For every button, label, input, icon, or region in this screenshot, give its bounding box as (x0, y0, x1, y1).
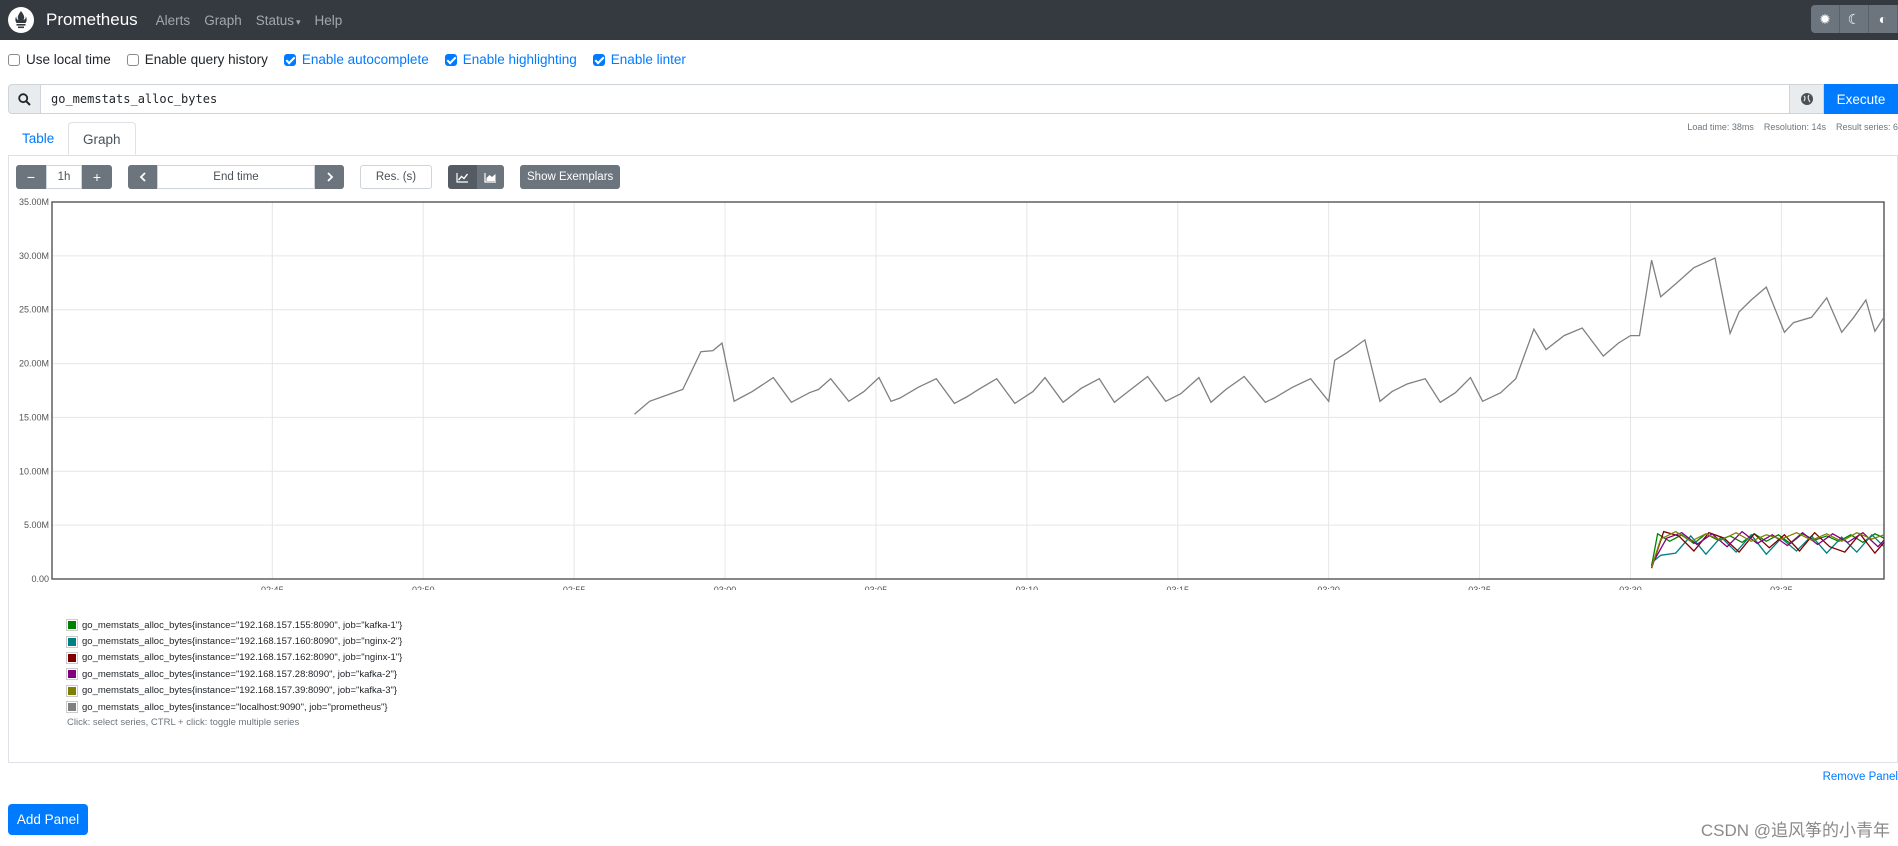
checkbox[interactable] (8, 53, 20, 66)
query-bar: go_memstats_alloc_bytes Execute (8, 84, 1898, 114)
option-enable-highlighting[interactable]: Enable highlighting (444, 52, 577, 67)
legend-swatch (66, 668, 78, 681)
range-decrease-button[interactable]: − (16, 165, 46, 189)
brand-title[interactable]: Prometheus (46, 10, 138, 30)
range-input[interactable]: 1h (46, 165, 82, 189)
panel-tabs: Table Graph (8, 122, 1898, 156)
show-exemplars-button[interactable]: Show Exemplars (520, 165, 621, 189)
option-label: Use local time (26, 52, 111, 67)
y-tick-label: 10.00M (19, 466, 49, 476)
chevron-right-icon[interactable] (315, 165, 344, 189)
resolution: Resolution: 14s (1763, 122, 1826, 132)
x-tick-label: 03:30 (1619, 585, 1642, 590)
option-use-local-time[interactable]: Use local time (8, 52, 111, 67)
query-options: Use local time Enable query history Enab… (8, 52, 702, 67)
option-label: Enable query history (144, 52, 268, 67)
legend-label: go_memstats_alloc_bytes{instance="192.16… (82, 652, 403, 664)
nav-graph[interactable]: Graph (204, 13, 242, 28)
tab-table[interactable]: Table (8, 122, 68, 155)
option-enable-autocomplete[interactable]: Enable autocomplete (283, 52, 429, 67)
sun-icon[interactable]: ✹ (1811, 5, 1840, 33)
legend-item[interactable]: go_memstats_alloc_bytes{instance="localh… (66, 699, 402, 715)
legend-item[interactable]: go_memstats_alloc_bytes{instance="192.16… (66, 633, 403, 649)
legend-label: go_memstats_alloc_bytes{instance="localh… (82, 701, 388, 713)
resolution-input[interactable]: Res. (s) (360, 165, 432, 189)
chevron-left-icon[interactable] (128, 165, 157, 189)
remove-panel-link[interactable]: Remove Panel (1823, 771, 1898, 783)
nav-alerts[interactable]: Alerts (156, 13, 191, 28)
option-label: Enable autocomplete (301, 52, 429, 67)
watermark: CSDN @追风筝的小青年 (1700, 821, 1890, 840)
y-tick-label: 0.00 (31, 574, 49, 584)
legend-item[interactable]: go_memstats_alloc_bytes{instance="192.16… (66, 617, 403, 633)
x-tick-label: 02:50 (412, 585, 435, 590)
legend-item[interactable]: go_memstats_alloc_bytes{instance="192.16… (66, 650, 403, 666)
legend-label: go_memstats_alloc_bytes{instance="192.16… (82, 668, 398, 680)
checkbox[interactable] (592, 53, 605, 66)
query-stats: Load time: 38ms Resolution: 14s Result ser… (1677, 122, 1898, 132)
result-series: Result series: 6 (1835, 122, 1898, 132)
search-icon (8, 84, 40, 114)
add-panel-button[interactable]: Add Panel (8, 804, 88, 835)
range-increase-button[interactable]: + (82, 165, 112, 189)
legend-label: go_memstats_alloc_bytes{instance="192.16… (82, 619, 403, 631)
x-tick-label: 03:35 (1770, 585, 1793, 590)
stacked-area-chart-icon[interactable] (477, 165, 504, 189)
y-tick-label: 20.00M (19, 359, 49, 369)
caret-down-icon: ▾ (296, 16, 301, 27)
legend-swatch (66, 684, 78, 697)
y-tick-label: 15.00M (19, 412, 49, 422)
legend-swatch (66, 619, 78, 632)
legend-swatch (66, 701, 78, 714)
nav-status[interactable]: Status ▾ (256, 13, 301, 28)
x-tick-label: 03:25 (1468, 585, 1491, 590)
y-tick-label: 35.00M (19, 197, 49, 207)
legend-label: go_memstats_alloc_bytes{instance="192.16… (82, 636, 403, 648)
time-series-chart[interactable]: 0.00 5.00M 10.00M 15.00M 20.00M 25.00M 30.00M 3… (0, 195, 1898, 590)
theme-toggle-group: ✹ ☾ ◐ (1811, 5, 1898, 33)
checkbox[interactable] (444, 53, 457, 66)
option-enable-linter[interactable]: Enable linter (592, 52, 686, 67)
x-tick-label: 03:15 (1166, 585, 1189, 590)
x-tick-label: 03:05 (865, 585, 888, 590)
nav-help[interactable]: Help (315, 13, 343, 28)
graph-controls: − 1h + End time Res. (s) Show Exemplars (16, 165, 621, 189)
nav-status-label: Status (255, 12, 294, 28)
execute-button[interactable]: Execute (1824, 84, 1898, 114)
y-tick-label: 5.00M (24, 520, 49, 530)
option-label: Enable linter (610, 52, 686, 67)
legend-label: go_memstats_alloc_bytes{instance="192.16… (82, 685, 398, 697)
metrics-explorer-globe-icon[interactable] (1790, 84, 1824, 114)
legend-swatch (66, 635, 78, 648)
option-label: Enable highlighting (462, 52, 577, 67)
prometheus-logo-icon[interactable] (8, 7, 34, 33)
plot-frame (51, 201, 1885, 580)
x-tick-label: 02:45 (261, 585, 284, 590)
graph-legend: go_memstats_alloc_bytes{instance="192.16… (66, 617, 403, 729)
x-tick-label: 03:00 (714, 585, 737, 590)
expression-input[interactable]: go_memstats_alloc_bytes (40, 84, 1790, 114)
x-tick-label: 03:20 (1317, 585, 1340, 590)
checkbox[interactable] (283, 53, 296, 66)
x-tick-label: 03:10 (1016, 585, 1039, 590)
tab-graph[interactable]: Graph (68, 122, 136, 155)
x-tick-label: 02:55 (563, 585, 586, 590)
contrast-icon[interactable]: ◐ (1869, 5, 1898, 33)
series-line-5 (634, 257, 1885, 415)
legend-item[interactable]: go_memstats_alloc_bytes{instance="192.16… (66, 683, 402, 699)
legend-swatch (66, 651, 78, 664)
load-time: Load time: 38ms (1687, 122, 1754, 132)
moon-icon[interactable]: ☾ (1840, 5, 1869, 33)
y-tick-label: 30.00M (19, 251, 49, 261)
top-navbar: Prometheus Alerts Graph Status ▾ Help ✹ ☾… (0, 0, 1898, 40)
option-enable-query-history[interactable]: Enable query history (126, 52, 268, 67)
legend-item[interactable]: go_memstats_alloc_bytes{instance="192.16… (66, 666, 402, 682)
checkbox[interactable] (126, 53, 139, 66)
y-tick-label: 25.00M (19, 305, 49, 315)
legend-hint: Click: select series, CTRL + click: togg… (67, 717, 300, 729)
line-chart-icon[interactable] (448, 165, 477, 189)
end-time-input[interactable]: End time (157, 165, 315, 189)
